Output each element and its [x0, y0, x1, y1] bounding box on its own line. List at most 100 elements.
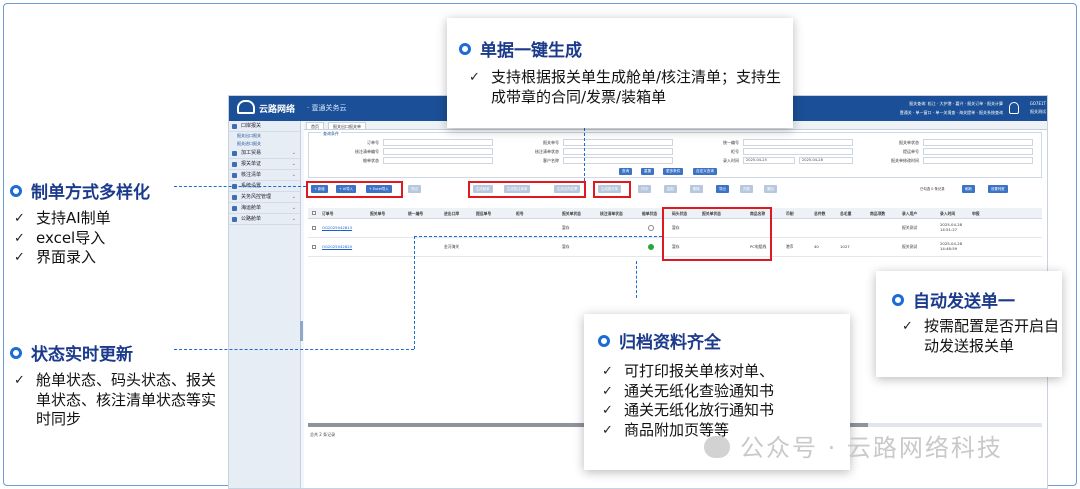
- chevron-down-icon: ⌄: [291, 150, 296, 156]
- archive-button[interactable]: 归档: [740, 185, 753, 193]
- user-id: GO7E1T: [1029, 101, 1046, 106]
- sidebar-item-processing-trade[interactable]: 加工贸易 ⌄: [229, 148, 300, 159]
- order-no-input[interactable]: [383, 139, 493, 146]
- order-link[interactable]: OG2025042820: [322, 244, 352, 249]
- field-label: 柜号: [731, 149, 739, 154]
- chevron-down-icon: ⌄: [291, 172, 296, 178]
- sidebar-subitem-import[interactable]: 报关进口报关: [229, 140, 300, 148]
- sidebar-item-risk-control[interactable]: 关务风控管理 ⌄: [229, 192, 300, 203]
- reset-button[interactable]: 重置: [641, 168, 655, 175]
- unified-no-input[interactable]: [743, 139, 853, 146]
- refresh-button[interactable]: 刷新: [962, 185, 975, 193]
- user-cell: 报关测试: [902, 225, 918, 230]
- weight-cell: 1027: [840, 244, 850, 249]
- user-cell: 报关测试: [902, 244, 918, 249]
- sidebar-collapse-handle[interactable]: [300, 321, 303, 341]
- chevron-down-icon: ⌄: [291, 161, 296, 167]
- bullet-ring-icon: [598, 335, 610, 347]
- archive-pending-icon: [648, 225, 654, 231]
- bullet-ring-icon: [459, 43, 471, 55]
- callout-list: 舱单状态、码头状态、报关单状态、核注清单状态等实时同步: [12, 371, 222, 430]
- row-checkbox[interactable]: [312, 245, 316, 249]
- header-links-row2[interactable]: 壹通关 · 单一窗口 · 单一关境查 · 海关提单 · 报关系统查询: [833, 108, 1003, 117]
- field-label: 核注清单编号: [355, 149, 379, 154]
- print-button[interactable]: 打印: [638, 185, 651, 193]
- column-header: 提运单号: [476, 211, 492, 216]
- user-name: 报关测试: [1030, 109, 1046, 114]
- callout-list: 按需配置是否开启自动发送报关单: [900, 317, 1060, 356]
- callout-title: 自动发送单一: [892, 287, 1015, 312]
- callout-item: 按需配置是否开启自动发送报关单: [900, 317, 1060, 356]
- selected-count: 已勾选 0 条记录: [920, 187, 945, 191]
- date-from-input[interactable]: 2025-04-25: [743, 157, 795, 164]
- field-label: 客户名称: [543, 158, 559, 163]
- field-label: 报关单号: [543, 140, 559, 145]
- sidebar-item-sea-manifest[interactable]: 海运舱单 ⌄: [229, 203, 300, 214]
- bullet-ring-icon: [10, 347, 22, 359]
- bill-no-input[interactable]: [923, 148, 1033, 155]
- order-link[interactable]: OG2025042813: [322, 225, 352, 230]
- delete-button[interactable]: 删除: [690, 185, 703, 193]
- select-all-checkbox[interactable]: [312, 211, 316, 215]
- column-header: 订单号: [322, 211, 334, 216]
- connector-line: [414, 236, 662, 237]
- field-label: 录入时间: [723, 158, 739, 163]
- row-checkbox[interactable]: [312, 226, 316, 230]
- sidebar-item-verification-list[interactable]: 核注清单 ⌄: [229, 170, 300, 181]
- sidebar-item-road-manifest[interactable]: 公路舱单 ⌄: [229, 214, 300, 225]
- field-label: 舱单状态: [363, 158, 379, 163]
- customer-name-input[interactable]: [563, 157, 673, 164]
- date-to-input[interactable]: 2025-04-28: [799, 157, 853, 164]
- header-links-row1[interactable]: 报关查询: 松江 · 大护港 · 嘉兴 · 报关订单 · 报关计算: [833, 99, 1003, 108]
- callout-title: 制单方式多样化: [10, 178, 150, 203]
- more-filters-button[interactable]: 更多条件: [663, 168, 684, 175]
- tab-export-declaration[interactable]: 报关出口报关单: [328, 122, 366, 130]
- field-label: 统一编号: [723, 140, 739, 145]
- callout-item: 可打印报关单核对单、: [600, 362, 844, 382]
- modify-time-input[interactable]: [923, 157, 1033, 164]
- custom-query-button[interactable]: 自定义查询: [693, 168, 717, 175]
- column-width-button[interactable]: 设置列宽: [988, 185, 1008, 193]
- callout-item: 通关无纸化查验通知书: [600, 382, 844, 402]
- column-header: 总件数: [814, 211, 826, 216]
- query-legend: 查询条件: [321, 131, 341, 137]
- copy-button[interactable]: 复制: [664, 185, 677, 193]
- brand-subtitle: · 壹通关务云: [307, 104, 347, 112]
- column-header: 总毛重: [840, 211, 852, 216]
- sidebar-item-documents[interactable]: 报关单证 ⌄: [229, 159, 300, 170]
- port-cell: 金河海关: [444, 244, 460, 249]
- export-button[interactable]: 导出: [408, 185, 421, 193]
- container-no-input[interactable]: [743, 148, 853, 155]
- wechat-icon: [704, 436, 730, 458]
- sidebar-subitem-export[interactable]: 报关出口报关: [229, 132, 300, 140]
- field-label: 报关单修改时间: [891, 158, 919, 163]
- callout-item: excel导入: [12, 229, 182, 249]
- cloud-logo-icon: [237, 100, 255, 114]
- connector-line: [174, 349, 414, 350]
- declaration-status-select[interactable]: [923, 139, 1033, 146]
- verification-no-input[interactable]: [383, 148, 493, 155]
- callout-title: 状态实时更新: [10, 340, 133, 365]
- header-links[interactable]: 报关查询: 松江 · 大护港 · 嘉兴 · 报关订单 · 报关计算 壹通关 · …: [833, 99, 1003, 117]
- callout-list: 支持AI制单 excel导入 界面录入: [12, 209, 182, 268]
- column-header: 进出口岸: [444, 211, 460, 216]
- user-info[interactable]: GO7E1T 报关测试: [1030, 100, 1046, 116]
- user-icon[interactable]: [1009, 102, 1019, 114]
- brand-name: 云路网络: [259, 105, 296, 115]
- declaration-no-input[interactable]: [563, 139, 673, 146]
- currency-cell: 港币: [786, 244, 794, 249]
- toolbar: + 新增 + AI导入 + Excel导入 导出 生成舱单 生成核注清单 生成合…: [308, 185, 1046, 194]
- connector-line: [636, 261, 637, 298]
- query-button[interactable]: 查询: [619, 168, 633, 175]
- column-header: 申报: [972, 211, 980, 216]
- status-cell: 暂存: [562, 225, 570, 230]
- sidebar-item-port-declaration[interactable]: 口岸报关: [229, 121, 300, 132]
- column-header: 录入用户: [902, 211, 918, 216]
- field-label: 提运单号: [903, 149, 919, 154]
- withdraw-button[interactable]: 撤回: [764, 185, 777, 193]
- verification-status-select[interactable]: [563, 148, 673, 155]
- export-data-button[interactable]: 导出: [716, 185, 729, 193]
- manifest-status-select[interactable]: [383, 157, 493, 164]
- tab-home[interactable]: 首页: [306, 122, 324, 130]
- callout-item: 界面录入: [12, 248, 182, 268]
